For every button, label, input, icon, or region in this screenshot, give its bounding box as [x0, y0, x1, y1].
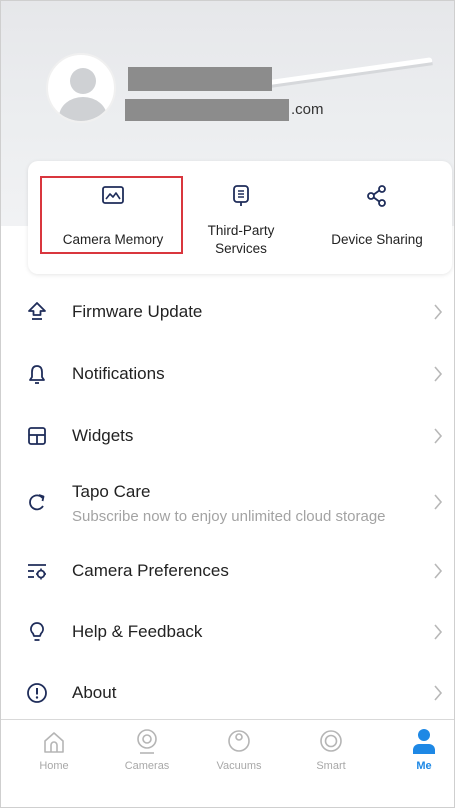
email-suffix: .com [291, 101, 324, 118]
device-sharing-button[interactable]: Device Sharing [307, 161, 447, 274]
widgets-label: Widgets [72, 426, 134, 445]
chevron-right-icon [434, 494, 443, 510]
camera-icon [137, 729, 157, 754]
about-label: About [72, 683, 117, 702]
chevron-right-icon [434, 624, 443, 640]
lightbulb-icon [30, 622, 44, 641]
device-sharing-label: Device Sharing [331, 232, 423, 247]
third-party-label-line2: Services [215, 241, 267, 256]
tapo-care-icon [29, 494, 45, 511]
tab-smart[interactable]: Smart [296, 728, 366, 772]
smart-icon [320, 730, 342, 752]
chevron-right-icon [434, 685, 443, 701]
menu-item-camera-preferences[interactable]: Camera Preferences [1, 541, 454, 601]
third-party-services-button[interactable]: Third-Party Services [185, 161, 297, 274]
firmware-update-label: Firmware Update [72, 302, 203, 321]
person-icon [413, 729, 435, 754]
redacted-email [125, 99, 289, 121]
menu-item-notifications[interactable]: Notifications [1, 344, 454, 404]
chevron-right-icon [434, 304, 443, 320]
vacuum-icon [228, 730, 250, 752]
tab-me-label: Me [416, 760, 432, 772]
share-icon [367, 185, 386, 207]
tab-cameras-label: Cameras [124, 760, 170, 772]
bottom-tab-bar: Home Cameras Vacuums Smart Me [1, 719, 454, 807]
tab-vacuums-label: Vacuums [216, 760, 262, 772]
tab-cameras[interactable]: Cameras [112, 728, 182, 772]
firmware-update-icon [28, 302, 46, 320]
widgets-icon [28, 427, 46, 445]
menu-item-about[interactable]: About [1, 663, 454, 723]
camera-preferences-icon [28, 564, 46, 580]
redacted-user-name [128, 67, 272, 91]
avatar[interactable] [46, 53, 116, 123]
tab-me[interactable]: Me [389, 728, 454, 772]
chevron-right-icon [434, 366, 443, 382]
tapo-care-subtitle: Subscribe now to enjoy unlimited cloud s… [72, 508, 386, 525]
tab-home-label: Home [39, 760, 69, 772]
camera-memory-highlight [40, 176, 183, 254]
tapo-care-label: Tapo Care [72, 482, 151, 501]
home-icon [44, 732, 64, 753]
chevron-right-icon [434, 563, 443, 579]
ceiling-lamp-decoration [263, 57, 433, 89]
menu-item-widgets[interactable]: Widgets [1, 406, 454, 466]
chevron-right-icon [434, 428, 443, 444]
camera-preferences-label: Camera Preferences [72, 561, 229, 580]
third-party-services-icon [233, 185, 249, 206]
tab-vacuums[interactable]: Vacuums [204, 728, 274, 772]
notifications-label: Notifications [72, 364, 165, 383]
third-party-label-line1: Third-Party [207, 223, 275, 238]
me-screen: .com Camera Memory Third-Party Services [0, 0, 455, 808]
help-feedback-label: Help & Feedback [72, 622, 203, 641]
tab-smart-label: Smart [316, 760, 346, 772]
menu-item-help-feedback[interactable]: Help & Feedback [1, 602, 454, 662]
info-icon [27, 683, 47, 703]
tab-home[interactable]: Home [19, 728, 89, 772]
menu-item-firmware-update[interactable]: Firmware Update [1, 282, 454, 342]
menu-item-tapo-care[interactable]: Tapo Care Subscribe now to enjoy unlimit… [1, 471, 454, 533]
bell-icon [29, 365, 45, 384]
